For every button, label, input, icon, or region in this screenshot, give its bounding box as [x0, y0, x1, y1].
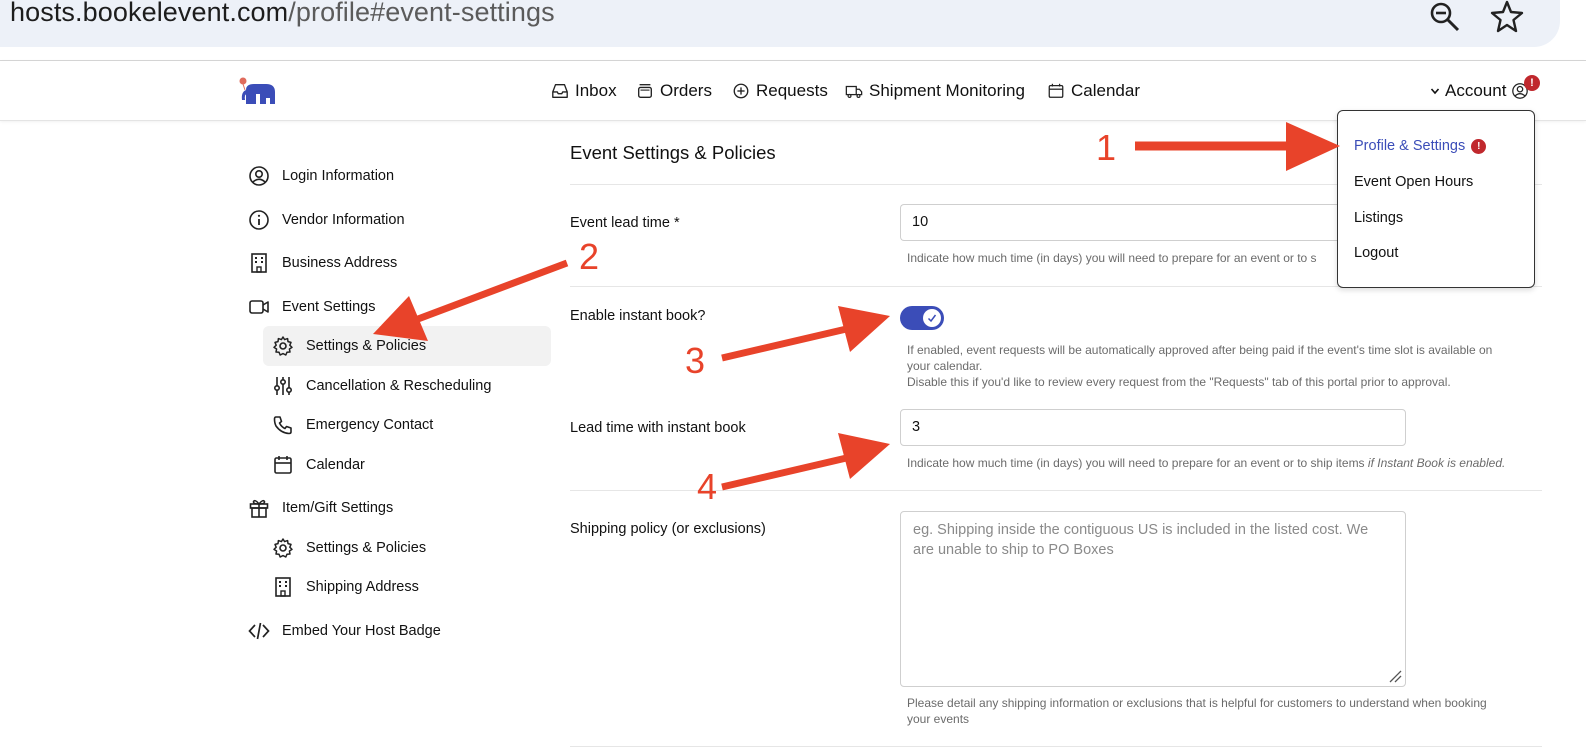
- annotation-arrow-2: [408, 259, 569, 326]
- annotation-label-4: 4: [697, 466, 718, 507]
- building-icon: [251, 253, 267, 273]
- info-icon: [249, 210, 269, 230]
- instant-lead-time-help: Indicate how much time (in days) you wil…: [907, 456, 1506, 470]
- gift-icon: [249, 499, 269, 518]
- instant-book-help-3: Disable this if you'd like to review eve…: [907, 375, 1451, 389]
- shipping-policy-label: Shipping policy (or exclusions): [570, 521, 766, 537]
- url-text[interactable]: hosts.bookelevent.com/profile#event-sett…: [10, 0, 555, 28]
- annotation-label-2: 2: [579, 236, 600, 277]
- dropdown-event-open-hours[interactable]: Event Open Hours: [1354, 174, 1473, 190]
- event-lead-time-input[interactable]: 10: [900, 204, 1400, 241]
- truck-icon: [845, 85, 863, 98]
- gear-icon: [273, 538, 293, 558]
- shipping-policy-textarea[interactable]: eg. Shipping inside the contiguous US is…: [900, 511, 1406, 687]
- sidebar-item-cancellation-rescheduling[interactable]: Cancellation & Rescheduling: [272, 375, 491, 397]
- user-circle-icon: [249, 166, 269, 186]
- browser-url-bar[interactable]: hosts.bookelevent.com/profile#event-sett…: [0, 0, 1560, 47]
- sliders-icon: [273, 377, 293, 395]
- instant-book-toggle[interactable]: [900, 306, 944, 330]
- sidebar-item-business-address[interactable]: Business Address: [248, 252, 397, 274]
- annotation-arrowhead-3: [838, 306, 890, 352]
- phone-icon: [273, 416, 292, 435]
- sidebar-item-emergency-contact[interactable]: Emergency Contact: [272, 414, 433, 436]
- event-lead-time-label: Event lead time *: [570, 215, 680, 231]
- building-icon: [275, 577, 291, 597]
- elephant-logo-icon[interactable]: [238, 76, 278, 108]
- toggle-knob: [923, 309, 941, 327]
- sidebar-item-vendor-information[interactable]: Vendor Information: [248, 209, 405, 231]
- gear-icon: [273, 336, 293, 356]
- sidebar-item-item-gift-settings[interactable]: Item/Gift Settings: [248, 497, 393, 519]
- nav-requests[interactable]: Requests: [732, 81, 828, 101]
- account-alert-badge: !: [1524, 75, 1540, 91]
- inbox-icon: [552, 84, 568, 98]
- chevron-down-icon: [1430, 88, 1440, 95]
- dropdown-logout[interactable]: Logout: [1354, 245, 1398, 261]
- alert-badge: !: [1471, 139, 1487, 154]
- instant-book-help-1: If enabled, event requests will be autom…: [907, 343, 1493, 357]
- shipping-policy-placeholder: eg. Shipping inside the contiguous US is…: [913, 522, 1369, 558]
- nav-calendar[interactable]: Calendar: [1047, 81, 1140, 101]
- annotation-arrow-3: [721, 323, 856, 362]
- divider: [570, 746, 1542, 747]
- annotation-label-1: 1: [1096, 127, 1117, 168]
- account-menu-button[interactable]: Account: [1430, 81, 1529, 101]
- account-dropdown: Profile & Settings! Event Open Hours Lis…: [1337, 110, 1535, 288]
- bookmark-star-icon[interactable]: [1490, 0, 1524, 34]
- sidebar-item-embed-host-badge[interactable]: Embed Your Host Badge: [248, 620, 441, 642]
- zoom-icon[interactable]: [1427, 0, 1461, 34]
- calendar-icon: [1048, 83, 1064, 98]
- sidebar-item-event-settings[interactable]: Event Settings: [248, 296, 376, 318]
- dropdown-profile-settings[interactable]: Profile & Settings!: [1354, 138, 1487, 154]
- check-icon: [927, 314, 937, 323]
- annotation-label-3: 3: [685, 340, 706, 381]
- code-icon: [248, 622, 270, 640]
- shipping-policy-help-2: your events: [907, 712, 970, 726]
- page-title: Event Settings & Policies: [570, 142, 776, 163]
- nav-inbox[interactable]: Inbox: [551, 81, 617, 101]
- sidebar-item-gift-settings-policies[interactable]: Settings & Policies: [272, 537, 426, 559]
- nav-orders[interactable]: Orders: [636, 81, 712, 101]
- video-icon: [249, 300, 269, 314]
- event-lead-time-help: Indicate how much time (in days) you wil…: [907, 251, 1317, 265]
- plus-circle-icon: [733, 83, 749, 99]
- sidebar-item-calendar[interactable]: Calendar: [272, 454, 365, 476]
- dropdown-listings[interactable]: Listings: [1354, 210, 1403, 226]
- calendar-icon: [274, 456, 292, 474]
- sidebar-item-login-information[interactable]: Login Information: [248, 165, 394, 187]
- sidebar-item-shipping-address[interactable]: Shipping Address: [272, 576, 419, 598]
- nav-shipment-monitoring[interactable]: Shipment Monitoring: [845, 81, 1025, 101]
- annotation-arrow-4: [721, 452, 856, 491]
- instant-book-label: Enable instant book?: [570, 308, 706, 324]
- instant-lead-time-input[interactable]: 3: [900, 409, 1406, 446]
- shipping-policy-help-1: Please detail any shipping information o…: [907, 696, 1487, 710]
- orders-icon: [638, 84, 652, 98]
- resize-handle-icon[interactable]: [1388, 669, 1402, 683]
- sidebar-item-event-settings-policies[interactable]: Settings & Policies: [272, 335, 426, 357]
- annotation-arrowhead-1: [1286, 122, 1340, 171]
- annotation-arrowhead-4: [838, 433, 890, 479]
- instant-lead-time-label: Lead time with instant book: [570, 420, 746, 436]
- instant-book-help-2: your calendar.: [907, 359, 983, 373]
